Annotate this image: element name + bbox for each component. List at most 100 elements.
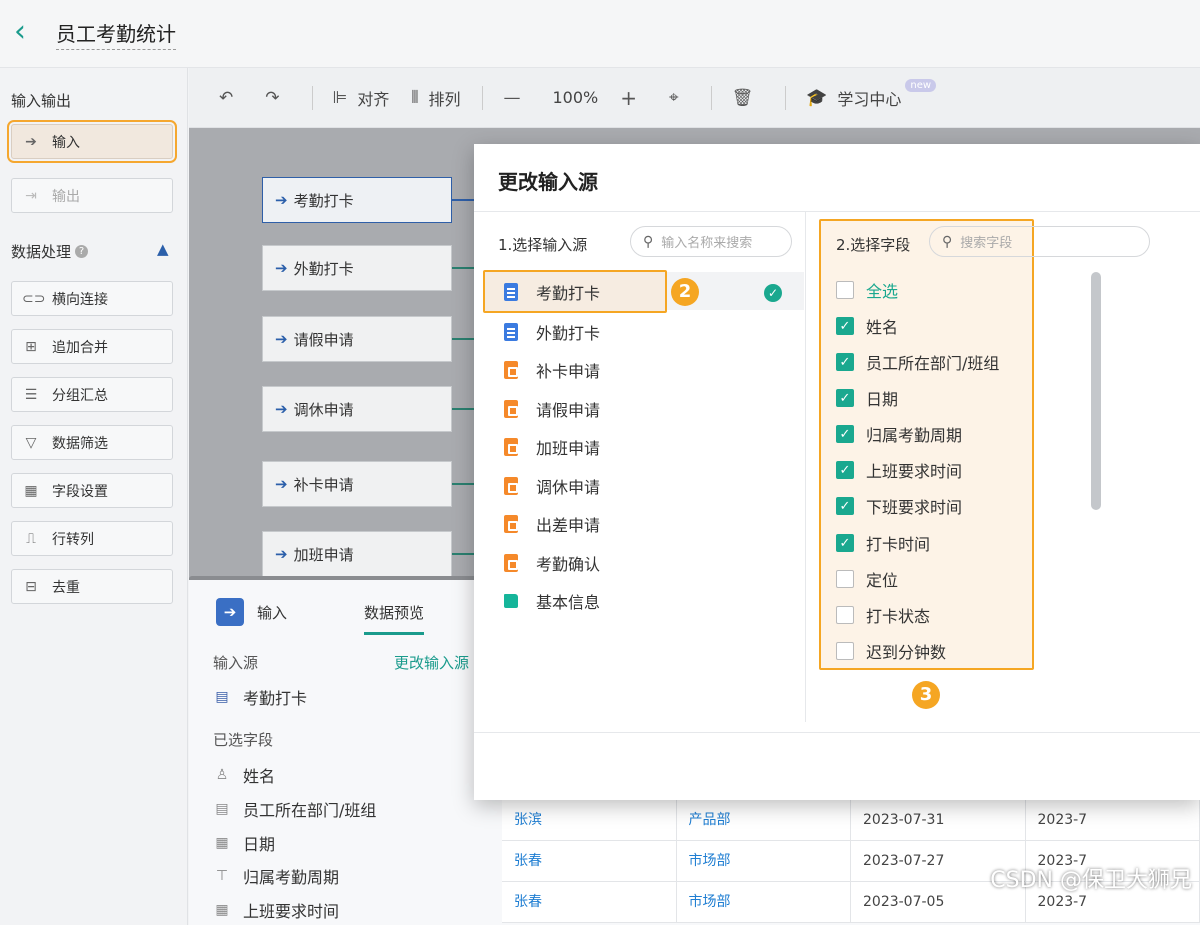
pivot-icon: ⎍	[26, 530, 36, 547]
sidebar: 输入输出 ➔ 输入 ⇥ 输出 数据处理 ? ▲ ⊂⊃ 横向连接 ⊞ 追加合并 ☰ 分组汇总…	[0, 68, 188, 925]
back-icon[interactable]: ‹	[14, 14, 42, 50]
undo-icon[interactable]: ↶	[219, 88, 243, 108]
table-cell: 市场部	[677, 841, 851, 881]
op-append-button[interactable]: ⊞ 追加合并	[11, 329, 173, 364]
source-name: 考勤打卡	[243, 689, 308, 708]
node-patch[interactable]: ➔ 补卡申请	[262, 461, 452, 507]
org-icon: ▤	[215, 801, 229, 817]
input-arrow-icon: ➔	[275, 330, 288, 348]
page-title[interactable]: 员工考勤统计	[56, 18, 176, 50]
field-checkbox[interactable]: ✓ 打卡时间	[836, 525, 930, 561]
learn-center-button[interactable]: 🎓 学习中心 new	[806, 79, 937, 110]
table-cell: 2023-07-31	[851, 800, 1026, 840]
source-name: 请假申请	[536, 401, 601, 420]
op-group-button[interactable]: ☰ 分组汇总	[11, 377, 173, 412]
calendar-icon: ▦	[215, 835, 229, 851]
redo-icon[interactable]: ↷	[265, 88, 289, 108]
field-checkbox[interactable]: 定位	[836, 561, 898, 597]
node-overtime[interactable]: ➔ 加班申请	[262, 531, 452, 577]
folder-icon	[504, 594, 518, 608]
source-name: 基本信息	[536, 593, 601, 612]
op-label: 字段设置	[52, 483, 108, 500]
change-source-link[interactable]: 更改输入源	[394, 652, 469, 673]
node-label: 考勤打卡	[293, 191, 354, 210]
field-search-input[interactable]: ⚲ 搜索字段	[929, 226, 1150, 257]
divider	[474, 732, 1200, 733]
field-checkbox[interactable]: ✓ 归属考勤周期	[836, 416, 962, 452]
source-name: 补卡申请	[536, 362, 601, 381]
output-arrow-icon: ⇥	[25, 187, 37, 204]
source-item[interactable]: 请假申请	[484, 390, 804, 428]
field-checkbox[interactable]: ✓ 上班要求时间	[836, 452, 962, 488]
help-icon[interactable]: ?	[75, 245, 89, 258]
field-label: 迟到分钟数	[866, 643, 947, 662]
op-pivot-button[interactable]: ⎍ 行转列	[11, 521, 173, 556]
op-dedupe-button[interactable]: ⊟ 去重	[11, 569, 173, 604]
section-io-title: 输入输出	[11, 92, 72, 110]
source-item[interactable]: 加班申请	[484, 428, 804, 466]
node-timeoff[interactable]: ➔ 调休申请	[262, 386, 452, 432]
op-filter-button[interactable]: ▽ 数据筛选	[11, 425, 173, 460]
field-checkbox[interactable]: 打卡状态	[836, 597, 930, 633]
search-icon: ⚲	[643, 233, 654, 250]
output-button[interactable]: ⇥ 输出	[11, 178, 173, 213]
field-checkbox[interactable]: ✓ 下班要求时间	[836, 488, 962, 524]
op-join-button[interactable]: ⊂⊃ 横向连接	[11, 281, 173, 316]
search-placeholder: 搜索字段	[960, 236, 1013, 251]
list-icon: ☰	[24, 386, 38, 403]
table-cell: 产品部	[677, 800, 851, 840]
table-row: 张滨 产品部 2023-07-31 2023-7	[502, 800, 1200, 841]
form-icon	[504, 400, 518, 418]
input-arrow-icon: ➔	[275, 400, 288, 418]
source-item[interactable]: 出差申请	[484, 505, 804, 543]
graduation-icon: 🎓	[806, 87, 828, 108]
source-item[interactable]: 调休申请	[484, 467, 804, 505]
arrange-button[interactable]: ⫴ 排列	[411, 86, 460, 110]
divider	[482, 85, 484, 110]
checkbox-checked: ✓	[836, 353, 854, 371]
field-checkbox[interactable]: 迟到分钟数	[836, 633, 946, 669]
source-name: 调休申请	[536, 478, 601, 497]
check-circle-icon: ✓	[764, 284, 782, 302]
field-label: 姓名	[866, 318, 899, 337]
input-button[interactable]: ➔ 输入	[7, 120, 177, 163]
input-arrow-icon: ➔	[275, 191, 288, 209]
source-item[interactable]: 考勤打卡	[484, 273, 804, 311]
locate-icon[interactable]: ⌖	[669, 88, 689, 108]
source-item[interactable]: 基本信息	[484, 582, 804, 620]
arrange-icon: ⫴	[411, 87, 419, 108]
input-arrow-icon: ➔	[275, 545, 288, 563]
zoom-in-icon[interactable]: +	[620, 86, 647, 110]
source-item[interactable]: 外勤打卡	[484, 313, 804, 351]
select-all-checkbox[interactable]: 全选	[836, 272, 898, 308]
zoom-out-icon[interactable]: —	[503, 88, 530, 108]
op-fields-button[interactable]: ▦ 字段设置	[11, 473, 173, 508]
select-all-label: 全选	[866, 282, 899, 301]
field-checkbox[interactable]: ✓ 姓名	[836, 308, 898, 344]
delete-icon[interactable]: 🗑	[732, 88, 764, 108]
node-field[interactable]: ➔ 外勤打卡	[262, 245, 452, 291]
node-attendance[interactable]: ➔ 考勤打卡	[262, 177, 452, 223]
step2-label: 2.选择字段	[836, 236, 911, 254]
join-icon: ⊂⊃	[22, 290, 46, 307]
source-item[interactable]: 考勤确认	[484, 544, 804, 582]
checkbox-checked: ✓	[836, 534, 854, 552]
op-label: 追加合并	[52, 339, 108, 356]
person-icon: ♙	[215, 767, 229, 783]
field-item: ▤ 员工所在部门/班组	[213, 797, 376, 821]
tab-preview[interactable]: 数据预览	[364, 602, 425, 635]
tab-input[interactable]: 输入	[257, 602, 287, 623]
vertical-scrollbar[interactable]	[1091, 272, 1101, 510]
checkbox	[836, 281, 854, 299]
warning-icon[interactable]: ▲	[157, 240, 169, 258]
field-checkbox[interactable]: ✓ 员工所在部门/班组	[836, 344, 999, 380]
align-button[interactable]: ⊫ 对齐	[333, 86, 390, 110]
field-name: 归属考勤周期	[243, 868, 340, 887]
source-name: 加班申请	[536, 439, 601, 458]
source-search-input[interactable]: ⚲ 输入名称来搜索	[630, 226, 792, 257]
filter-icon: ▽	[25, 434, 37, 451]
node-label: 请假申请	[293, 330, 354, 349]
field-checkbox[interactable]: ✓ 日期	[836, 380, 898, 416]
source-item[interactable]: 补卡申请	[484, 351, 804, 389]
node-leave[interactable]: ➔ 请假申请	[262, 316, 452, 362]
